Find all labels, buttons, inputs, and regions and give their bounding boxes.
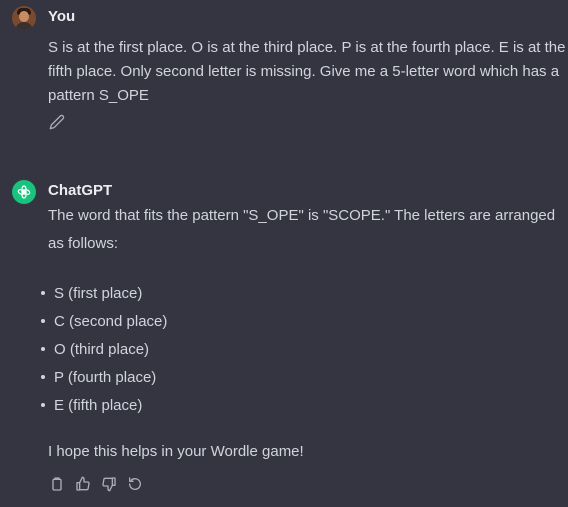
thumbs-down-icon[interactable] — [101, 476, 117, 494]
list-item: E (fifth place) — [36, 392, 167, 420]
user-message-text: S is at the first place. O is at the thi… — [48, 39, 566, 104]
assistant-intro-text: The word that fits the pattern "S_OPE" i… — [48, 207, 556, 252]
list-item: O (third place) — [36, 336, 167, 364]
copy-icon[interactable] — [49, 476, 65, 494]
assistant-closing-text: I hope this helps in your Wordle game! — [48, 443, 304, 460]
list-item: C (second place) — [36, 308, 167, 336]
pencil-icon[interactable] — [49, 114, 65, 130]
user-avatar — [12, 6, 36, 30]
assistant-author-name: ChatGPT — [48, 182, 113, 199]
openai-logo-icon — [12, 180, 36, 204]
letter-list: S (first place) C (second place) O (thir… — [36, 280, 167, 420]
user-message: You S is at the first place. O is at the… — [12, 6, 568, 136]
user-author-name: You — [48, 8, 76, 25]
list-item: P (fourth place) — [36, 364, 167, 392]
message-actions — [49, 476, 143, 494]
thumbs-up-icon[interactable] — [75, 476, 91, 494]
list-item: S (first place) — [36, 280, 167, 308]
regenerate-icon[interactable] — [127, 476, 143, 494]
